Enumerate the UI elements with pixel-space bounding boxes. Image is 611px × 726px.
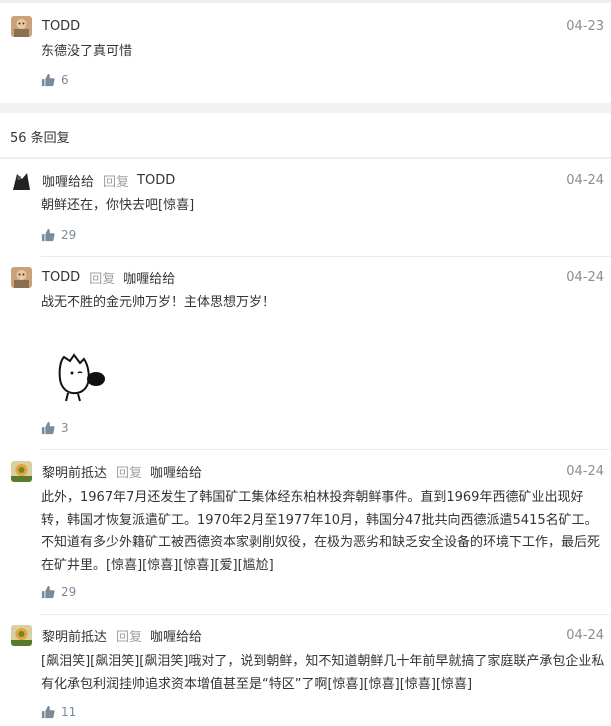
comment-text: 东德没了真可惜 — [41, 44, 133, 59]
reply-label: 回复 — [116, 630, 143, 645]
author-name[interactable]: 黎明前抵达 — [42, 462, 107, 481]
author-name[interactable]: TODD — [42, 19, 80, 34]
comment-date: 04-23 — [566, 19, 604, 34]
reply-to-name[interactable]: 咖喱给给 — [150, 462, 202, 481]
reply-header: 黎明前抵达 回复 咖喱给给 — [11, 461, 202, 482]
reply-divider — [41, 449, 611, 450]
thumbs-up-icon — [41, 228, 55, 242]
avatar-todd[interactable] — [11, 267, 32, 288]
section-divider — [0, 157, 611, 159]
avatar-liming[interactable] — [11, 461, 32, 482]
reply-divider — [41, 256, 611, 257]
like-button[interactable]: 6 — [41, 73, 69, 87]
thumbs-up-icon — [41, 705, 55, 719]
reply-date: 04-24 — [566, 464, 604, 479]
avatar-kaligeigei[interactable] — [11, 170, 32, 191]
like-button[interactable]: 29 — [41, 585, 76, 599]
reply-text: 朝鲜还在，你快去吧[惊喜] — [41, 198, 195, 213]
reply-to-name[interactable]: 咖喱给给 — [123, 268, 175, 287]
reply-text: 战无不胜的金元帅万岁！主体思想万岁！ — [41, 295, 276, 310]
replies-count-title: 56 条回复 — [10, 131, 70, 146]
reply-header: 咖喱给给 回复 TODD — [11, 170, 175, 191]
sticker-image[interactable] — [50, 343, 112, 405]
like-button[interactable]: 11 — [41, 705, 76, 719]
author-name[interactable]: TODD — [42, 270, 80, 285]
reply-label: 回复 — [89, 272, 116, 287]
author-name[interactable]: 咖喱给给 — [42, 171, 94, 190]
like-count: 6 — [61, 73, 69, 87]
reply-divider — [41, 614, 611, 615]
like-button[interactable]: 3 — [41, 421, 69, 435]
reply-header: TODD 回复 咖喱给给 — [11, 267, 175, 288]
avatar-todd[interactable] — [11, 16, 32, 37]
reply-date: 04-24 — [566, 270, 604, 285]
reply-date: 04-24 — [566, 173, 604, 188]
top-separator — [0, 0, 611, 3]
comment-header: TODD — [11, 16, 80, 37]
author-name[interactable]: 黎明前抵达 — [42, 626, 107, 645]
reply-header: 黎明前抵达 回复 咖喱给给 — [11, 625, 202, 646]
reply-to-name[interactable]: 咖喱给给 — [150, 626, 202, 645]
reply-text: [飙泪笑][飙泪笑][飙泪笑]哦对了，说到朝鲜，知不知道朝鲜几十年前早就搞了家庭… — [41, 654, 605, 692]
reply-label: 回复 — [116, 466, 143, 481]
like-count: 11 — [61, 705, 77, 719]
section-gap — [0, 103, 611, 113]
avatar-liming[interactable] — [11, 625, 32, 646]
reply-label: 回复 — [103, 175, 130, 190]
like-button[interactable]: 29 — [41, 228, 76, 242]
thumbs-up-icon — [41, 585, 55, 599]
thumbs-up-icon — [41, 421, 55, 435]
reply-to-name[interactable]: TODD — [137, 173, 175, 188]
like-count: 29 — [61, 228, 77, 242]
reply-text: 此外，1967年7月还发生了韩国矿工集体经东柏林投奔朝鲜事件。直到1969年西德… — [41, 490, 601, 573]
thumbs-up-icon — [41, 73, 55, 87]
like-count: 3 — [61, 421, 69, 435]
like-count: 29 — [61, 585, 77, 599]
reply-date: 04-24 — [566, 628, 604, 643]
